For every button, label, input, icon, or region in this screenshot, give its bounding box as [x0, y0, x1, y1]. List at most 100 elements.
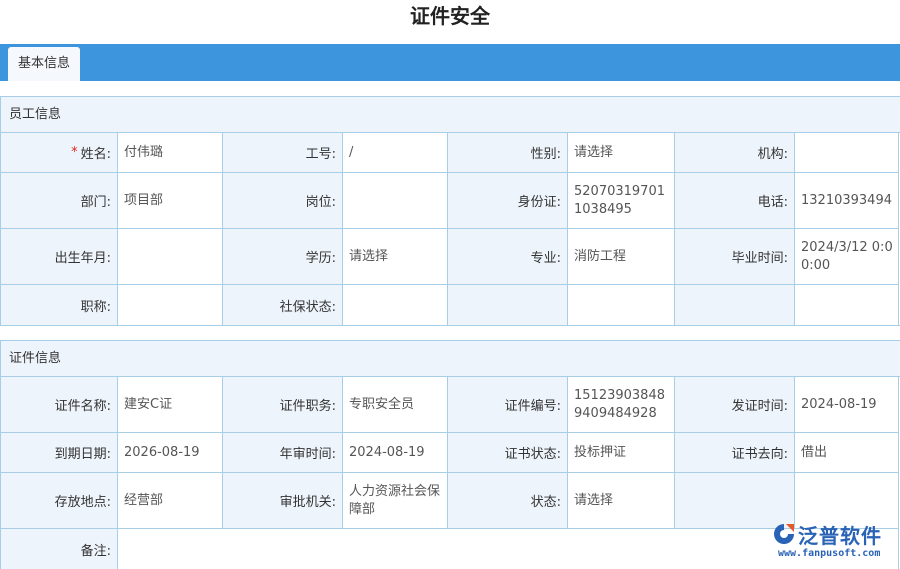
field-label: 性别: — [448, 133, 568, 173]
field-value: 请选择 — [574, 144, 614, 160]
field-input[interactable] — [343, 285, 448, 325]
field-label-text: 审批机关: — [279, 495, 336, 510]
brand-url: www.fanpusoft.com — [778, 548, 881, 559]
required-marker-icon: * — [71, 145, 78, 160]
field-label: 证件名称: — [1, 377, 118, 433]
field-input[interactable]: 151239038489409484928 — [568, 377, 675, 433]
brand-logo-icon — [774, 524, 794, 544]
field-label-text: 机构: — [757, 147, 788, 162]
field-label: 工号: — [223, 133, 343, 173]
field-value: 投标押证 — [574, 444, 627, 460]
field-input[interactable] — [568, 285, 675, 325]
field-label: 发证时间: — [675, 377, 795, 433]
field-label: 审批机关: — [223, 473, 343, 529]
field-input[interactable]: 建安C证 — [118, 377, 223, 433]
field-value: 2024-08-19 — [349, 444, 425, 460]
field-label — [675, 285, 795, 325]
field-label-text: 到期日期: — [54, 447, 111, 462]
field-input[interactable]: 经营部 — [118, 473, 223, 529]
field-label: 身份证: — [448, 173, 568, 229]
field-label-text: 职称: — [80, 299, 111, 315]
field-label-text: 社保状态: — [279, 299, 336, 315]
field-input[interactable] — [118, 285, 223, 325]
field-value: 付伟璐 — [124, 144, 164, 160]
field-input[interactable]: 消防工程 — [568, 229, 675, 285]
field-label: 岗位: — [223, 173, 343, 229]
field-label: 电话: — [675, 173, 795, 229]
field-label: 出生年月: — [1, 229, 118, 285]
field-input[interactable] — [795, 133, 899, 173]
field-label-text: 发证时间: — [731, 399, 788, 414]
field-input[interactable] — [343, 173, 448, 229]
brand-name: 泛普软件 — [798, 524, 882, 548]
field-label-text: 证书状态: — [504, 447, 561, 462]
field-input[interactable]: 13210393494 — [795, 173, 899, 229]
field-value: 请选择 — [574, 492, 614, 508]
section-title-certificate: 证件信息 — [1, 341, 900, 377]
field-label-text: 专业: — [530, 251, 561, 266]
field-input[interactable]: 请选择 — [343, 229, 448, 285]
field-label-text: 工号: — [305, 147, 336, 162]
field-input[interactable]: 项目部 — [118, 173, 223, 229]
field-value: 2026-08-19 — [124, 444, 200, 460]
field-input[interactable]: 2024-08-19 — [343, 433, 448, 473]
field-label: 年审时间: — [223, 433, 343, 473]
field-input[interactable] — [795, 285, 899, 325]
tab-basic-info[interactable]: 基本信息 — [8, 47, 80, 81]
field-label: 存放地点: — [1, 473, 118, 529]
tab-bar: 基本信息 — [0, 44, 900, 81]
field-input[interactable]: 借出 — [795, 433, 899, 473]
field-label: 专业: — [448, 229, 568, 285]
field-value: 借出 — [801, 444, 828, 460]
field-label-text: 岗位: — [305, 195, 336, 210]
field-value: 13210393494 — [801, 192, 892, 208]
field-label — [675, 473, 795, 529]
certificate-info-section: 证件信息 证件名称: 建安C证 证件职务: 专职安全员 证件编号: 15123903848… — [0, 340, 900, 569]
field-label-text: 学历: — [305, 251, 336, 266]
field-value: 专职安全员 — [349, 396, 415, 412]
field-input[interactable] — [118, 229, 223, 285]
field-input[interactable]: 520703197011038495 — [568, 173, 675, 229]
field-label: 证件编号: — [448, 377, 568, 433]
page-title: 证件安全 — [410, 4, 490, 28]
field-label-text: 出生年月: — [54, 251, 111, 266]
field-input[interactable]: 投标押证 — [568, 433, 675, 473]
field-input[interactable]: 请选择 — [568, 133, 675, 173]
field-input[interactable]: 专职安全员 — [343, 377, 448, 433]
brand-logo: 泛普软件 www.fanpusoft.com — [768, 522, 896, 566]
field-input[interactable]: 人力资源社会保障部 — [343, 473, 448, 529]
field-label-text: 毕业时间: — [731, 251, 788, 266]
field-value: 2024/3/12 0:00:00 — [801, 239, 893, 273]
field-input[interactable]: 请选择 — [568, 473, 675, 529]
field-input[interactable]: / — [343, 133, 448, 173]
field-label: 部门: — [1, 173, 118, 229]
field-label-text: 姓名: — [80, 147, 111, 162]
field-label: * 姓名: — [1, 133, 118, 173]
field-label-text: 证件名称: — [54, 399, 111, 414]
field-label: 证书去向: — [675, 433, 795, 473]
field-label: 毕业时间: — [675, 229, 795, 285]
certificate-form-grid: 证件名称: 建安C证 证件职务: 专职安全员 证件编号: 1512390384894094… — [1, 377, 900, 569]
field-label: 学历: — [223, 229, 343, 285]
field-label-text: 电话: — [757, 195, 788, 210]
field-value: 经营部 — [124, 492, 164, 508]
field-value: 520703197011038495 — [574, 183, 665, 217]
field-value: 2024-08-19 — [801, 396, 877, 412]
employee-info-section: 员工信息 * 姓名: 付伟璐 工号: / 性别: 请选择 机构: 部门: 项目部 岗位: 身份证: 52… — [0, 96, 900, 326]
field-label: 到期日期: — [1, 433, 118, 473]
field-input[interactable]: 2024/3/12 0:00:00 — [795, 229, 899, 285]
field-value: 151239038489409484928 — [574, 387, 665, 421]
field-label-text: 身份证: — [517, 195, 561, 210]
field-label: 职称: — [1, 285, 118, 325]
field-label-text: 性别: — [530, 147, 561, 162]
field-value: / — [349, 144, 354, 160]
field-input[interactable]: 2026-08-19 — [118, 433, 223, 473]
field-label: 证书状态: — [448, 433, 568, 473]
field-label: 机构: — [675, 133, 795, 173]
employee-form-grid: * 姓名: 付伟璐 工号: / 性别: 请选择 机构: 部门: 项目部 岗位: 身份证: 5207031… — [1, 133, 900, 325]
field-label-text: 证件编号: — [504, 399, 561, 414]
field-input[interactable]: 2024-08-19 — [795, 377, 899, 433]
field-input[interactable]: 付伟璐 — [118, 133, 223, 173]
field-label-text: 部门: — [80, 195, 111, 210]
field-value: 人力资源社会保障部 — [349, 483, 441, 517]
